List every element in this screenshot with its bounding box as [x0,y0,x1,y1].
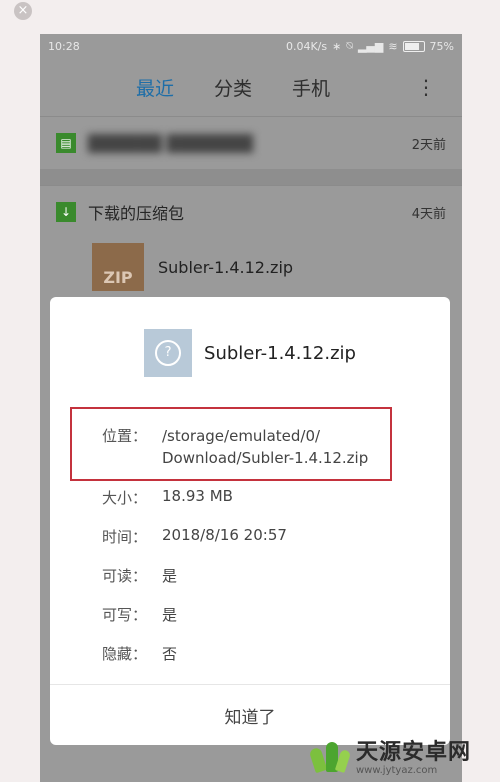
blurred-filename: ██████ ███████ [88,133,254,153]
location-line-2: Download/Subler-1.4.12.zip [162,449,369,467]
close-icon[interactable]: × [14,2,32,20]
download-icon: ↓ [56,202,76,222]
size-row: 大小： 18.93 MB [102,487,422,508]
hidden-value: 否 [162,645,178,663]
readable-label: 可读： [102,567,148,585]
list-item-date: 2天前 [411,137,446,153]
size-label: 大小： [102,489,148,507]
readable-value: 是 [162,567,178,585]
file-item[interactable]: ZIP Subler-1.4.12.zip [40,238,462,296]
unknown-file-icon: ? [144,329,193,377]
section-divider [40,169,462,185]
list-item[interactable]: ▤ ██████ ███████ 2天前 [40,116,462,169]
hidden-row: 隐藏： 否 [102,643,422,664]
location-value[interactable]: /storage/emulated/0/ Download/Subler-1.4… [162,425,368,469]
status-time: 10:28 [48,39,80,53]
watermark-url: www.jytyaz.com [356,764,438,776]
document-icon: ▤ [56,133,76,153]
tab-category[interactable]: 分类 [214,74,252,101]
battery-percent: 75% [429,39,454,53]
readable-row: 可读： 是 [102,565,422,586]
tab-bar: 最近 分类 手机 ⋮ [40,58,462,116]
location-label: 位置： [102,427,148,445]
group-header[interactable]: ↓ 下载的压缩包 4天前 [40,185,462,238]
writable-value: 是 [162,606,178,624]
file-properties-dialog: ? Subler-1.4.12.zip 位置： /storage/emulate… [50,297,450,745]
bluetooth-icon: ∗ [332,39,342,53]
time-row: 时间： 2018/8/16 20:57 [102,526,422,547]
mute-icon: ⍉ [346,39,353,52]
location-line-1: /storage/emulated/0/ [162,427,321,445]
time-label: 时间： [102,528,148,546]
dialog-title: Subler-1.4.12.zip [204,342,356,364]
zip-file-icon: ZIP [92,243,144,291]
signal-icon: ▂▄▆ [357,39,384,53]
leaf-logo-icon [306,738,352,778]
writable-row: 可写： 是 [102,604,422,625]
writable-label: 可写： [102,606,148,624]
property-list: 位置： /storage/emulated/0/ Download/Subler… [102,425,422,682]
net-speed: 0.04K/s [285,39,328,53]
time-value: 2018/8/16 20:57 [162,526,287,544]
wifi-icon: ≋ [388,39,398,53]
tab-phone[interactable]: 手机 [292,74,330,101]
size-value: 18.93 MB [162,487,233,505]
more-menu-icon[interactable]: ⋮ [416,75,436,99]
watermark: 天源安卓网 www.jytyaz.com [306,736,494,780]
file-name: Subler-1.4.12.zip [158,257,294,277]
hidden-label: 隐藏： [102,645,148,663]
battery-icon [402,40,425,52]
watermark-brand: 天源安卓网 [356,739,472,765]
location-row: 位置： /storage/emulated/0/ Download/Subler… [102,425,422,469]
status-bar: 10:28 0.04K/s ∗ ⍉ ▂▄▆ ≋ 75% [40,34,462,58]
tab-recent[interactable]: 最近 [136,74,174,101]
group-date: 4天前 [411,206,446,222]
group-label: 下载的压缩包 [88,204,185,223]
